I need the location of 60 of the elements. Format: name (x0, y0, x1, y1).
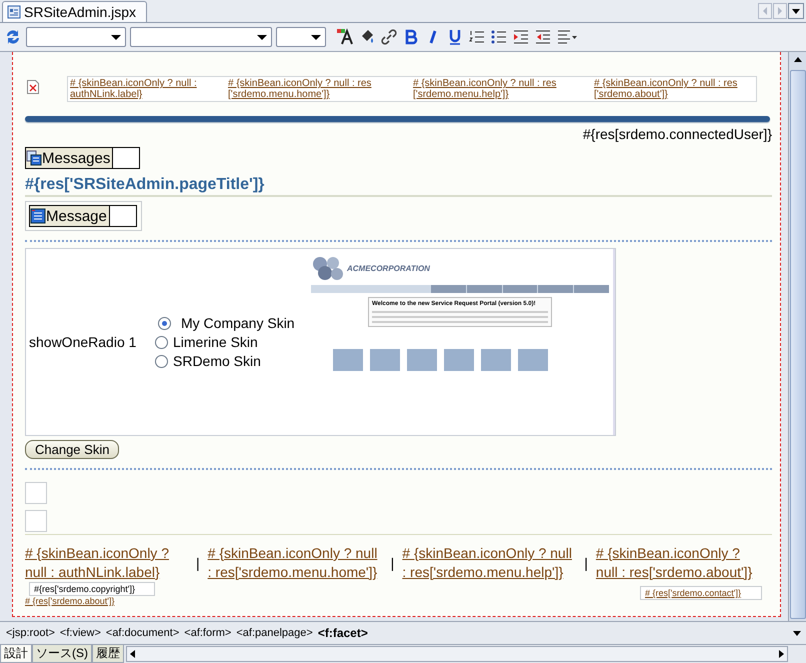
outdent-icon[interactable] (534, 28, 552, 46)
document-tab[interactable]: SRSiteAdmin.jspx (2, 1, 148, 22)
connected-user-text: #{res[srdemo.connectedUser]} (582, 126, 772, 142)
photo-placeholder (370, 349, 400, 371)
bullet-list-icon[interactable] (490, 28, 508, 46)
indent-icon[interactable] (512, 28, 530, 46)
breadcrumb-item[interactable]: <f:view> (60, 627, 101, 639)
page-title: #{res['SRSiteAdmin.pageTitle']} (25, 176, 772, 197)
view-tab[interactable]: ソース(S) (32, 645, 92, 663)
view-tab[interactable]: 設計 (0, 645, 32, 663)
separator-text: | (584, 555, 588, 571)
refresh-icon[interactable] (4, 28, 22, 46)
footer-link[interactable]: # {skinBean.iconOnly ? null : res['srdemo.menu.home']} (208, 544, 383, 582)
radio-button[interactable] (158, 316, 171, 330)
header-link[interactable]: # {skinBean.iconOnly ? null : authNLink.label} (70, 78, 228, 100)
breadcrumb-item[interactable]: <f:facet> (318, 626, 368, 640)
logo-text: ACMECORPORATION (347, 264, 430, 272)
breadcrumb-item[interactable]: <af:form> (184, 627, 232, 639)
footer-link[interactable]: # {skinBean.iconOnly ? null : res['srdemo.about']} (596, 544, 761, 582)
footer-link[interactable]: # {skinBean.iconOnly ? null : res['srdemo.menu.help']} (402, 544, 576, 582)
radio-option[interactable]: SRDemo Skin (155, 353, 305, 369)
separator-text: | (390, 555, 394, 571)
text-color-icon[interactable] (336, 28, 354, 46)
logo-icon (311, 255, 345, 281)
header-link[interactable]: # {skinBean.iconOnly ? null : res ['srdemo.about']} (594, 78, 756, 100)
header-link[interactable]: # {skinBean.iconOnly ? null : res ['srdemo.menu.help']} (413, 78, 594, 100)
link-icon[interactable] (380, 28, 398, 46)
radio-option[interactable]: My Company Skin (158, 315, 305, 331)
dropdown-icon[interactable] (788, 3, 804, 19)
page-icon (7, 5, 21, 19)
message-label: Message (46, 208, 107, 224)
dropdown[interactable] (276, 27, 326, 47)
about-link[interactable]: # {res['srdemo.about']} (25, 596, 155, 606)
photo-placeholder (407, 349, 437, 371)
messages-label: Messages (42, 150, 110, 166)
empty-component (25, 482, 47, 504)
contact-link[interactable]: # {res['srdemo.contact']} (640, 586, 762, 600)
photo-placeholder (518, 349, 548, 371)
view-tab[interactable]: 履歴 (92, 645, 124, 663)
header-link[interactable]: # {skinBean.iconOnly ? null : res ['srdemo.menu.home']} (228, 78, 413, 100)
empty-component (25, 510, 47, 532)
breadcrumb-item[interactable]: <af:document> (106, 627, 180, 639)
radio-group-label: showOneRadio 1 (29, 334, 138, 350)
message-icon (30, 208, 46, 224)
horizontal-scrollbar[interactable] (126, 646, 788, 662)
broken-image-icon (27, 80, 39, 94)
radio-button[interactable] (155, 336, 168, 348)
photo-placeholder (481, 349, 511, 371)
copyright-text: #{res['srdemo.copyright']} (29, 582, 155, 596)
breadcrumb-item[interactable]: <af:panelpage> (236, 627, 313, 639)
separator-text: | (196, 555, 200, 571)
change-skin-button[interactable]: Change Skin (25, 440, 120, 459)
messages-icon (26, 150, 42, 166)
photo-placeholder (333, 349, 363, 371)
align-icon[interactable] (556, 28, 578, 46)
radio-option[interactable]: Limerine Skin (155, 334, 305, 350)
radio-button[interactable] (155, 354, 168, 368)
photo-placeholder (444, 349, 474, 371)
footer-link[interactable]: # {skinBean.iconOnly ? null : authNLink.label} (25, 544, 188, 582)
breadcrumb-item[interactable]: <jsp:root> (6, 627, 55, 639)
